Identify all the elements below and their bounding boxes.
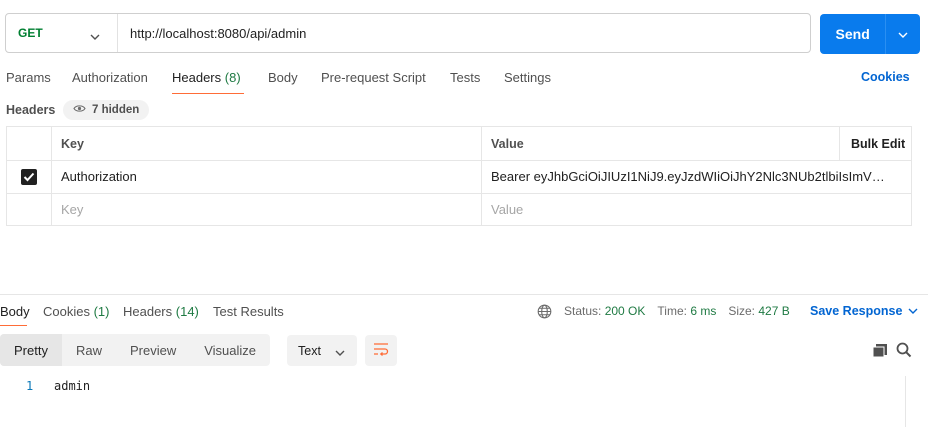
send-options-button[interactable] — [885, 14, 920, 54]
checkbox-column-header — [7, 127, 52, 160]
tab-pre-request-script[interactable]: Pre-request Script — [321, 70, 426, 85]
new-key-input[interactable]: Key — [52, 193, 482, 226]
table-header-row: Key Value Bulk Edit — [7, 127, 911, 161]
chevron-down-icon — [90, 29, 100, 44]
method-label: GET — [18, 26, 43, 40]
tab-tests[interactable]: Tests — [450, 70, 480, 85]
row-enabled-checkbox[interactable] — [21, 168, 37, 185]
tab-count: (1) — [93, 304, 110, 319]
copy-icon[interactable] — [872, 343, 888, 361]
globe-icon[interactable] — [537, 304, 552, 319]
response-view-modes: Pretty Raw Preview Visualize — [0, 334, 271, 366]
tab-label: Body — [0, 304, 30, 319]
tab-label: Tests — [450, 70, 481, 85]
tab-label: Settings — [504, 70, 551, 85]
table-row-empty: Key Value — [7, 193, 911, 226]
wrap-lines-button[interactable] — [365, 335, 397, 366]
size-label: Size: — [728, 304, 756, 318]
tab-label: Pre-request Script — [321, 70, 426, 85]
headers-section-label: Headers — [6, 103, 56, 117]
time-label: Time: — [657, 304, 687, 318]
save-response-button[interactable]: Save Response — [810, 304, 918, 318]
line-number: 1 — [26, 379, 34, 393]
wrap-lines-icon — [373, 342, 389, 359]
tab-label: Body — [268, 70, 298, 85]
format-label: Text — [298, 343, 321, 358]
tab-label: Headers — [123, 304, 173, 319]
method-select[interactable]: GET — [6, 14, 118, 52]
hidden-headers-toggle[interactable]: 7 hidden — [63, 100, 150, 120]
request-url-bar: GET — [5, 13, 811, 53]
chevron-down-icon — [908, 304, 918, 318]
url-input[interactable] — [130, 14, 790, 52]
tab-body[interactable]: Body — [268, 70, 298, 85]
header-value-text: Bearer eyJhbGciOiJIUzI1NiJ9.eyJzdWIiOiJh… — [491, 169, 891, 184]
scrollbar-track[interactable] — [905, 376, 906, 427]
headers-table: Key Value Bulk Edit Authorization Bearer… — [6, 126, 912, 226]
tab-headers[interactable]: Headers (8) — [172, 70, 241, 85]
row-checkbox-cell — [7, 160, 52, 193]
send-button[interactable]: Send — [820, 14, 885, 54]
time-value[interactable]: 6 ms — [690, 304, 716, 318]
hidden-count-label: 7 hidden — [92, 104, 140, 116]
send-button-group: Send — [820, 14, 920, 54]
search-icon[interactable] — [896, 342, 912, 361]
table-row: Authorization Bearer eyJhbGciOiJIUzI1NiJ… — [7, 160, 911, 194]
response-tab-body[interactable]: Body — [0, 304, 30, 319]
response-meta: Status: 200 OK Time: 6 ms Size: 427 B — [537, 303, 790, 319]
tab-count: (14) — [175, 304, 199, 319]
new-value-input[interactable]: Value — [482, 193, 839, 226]
view-raw-button[interactable]: Raw — [62, 334, 116, 366]
save-response-label: Save Response — [810, 304, 903, 318]
view-preview-button[interactable]: Preview — [116, 334, 190, 366]
eye-icon — [73, 104, 86, 116]
pane-divider[interactable] — [0, 294, 928, 295]
tab-label: Headers — [172, 70, 222, 85]
row-checkbox-cell — [7, 193, 52, 226]
header-value-input[interactable]: Bearer eyJhbGciOiJIUzI1NiJ9.eyJzdWIiOiJh… — [482, 160, 911, 193]
column-header-value: Value — [491, 136, 524, 151]
view-pretty-button[interactable]: Pretty — [0, 334, 62, 366]
tab-label: Authorization — [72, 70, 148, 85]
active-response-tab-indicator — [0, 325, 27, 326]
bulk-edit-button[interactable]: Bulk Edit — [839, 127, 911, 160]
response-body-line[interactable]: admin — [54, 379, 90, 393]
status-label: Status: — [564, 304, 602, 318]
format-select[interactable]: Text — [287, 335, 357, 366]
active-tab-indicator — [172, 93, 244, 94]
column-header-key: Key — [52, 127, 482, 160]
response-tab-test-results[interactable]: Test Results — [213, 304, 284, 319]
chevron-down-icon — [898, 27, 908, 42]
chevron-down-icon — [335, 346, 345, 360]
response-tab-headers[interactable]: Headers (14) — [123, 304, 199, 319]
cookies-link[interactable]: Cookies — [861, 70, 910, 84]
tab-authorization[interactable]: Authorization — [72, 70, 148, 85]
tab-label: Params — [6, 70, 51, 85]
response-tab-cookies[interactable]: Cookies (1) — [43, 304, 109, 319]
header-key-input[interactable]: Authorization — [52, 160, 482, 193]
tab-params[interactable]: Params — [6, 70, 51, 85]
size-value[interactable]: 427 B — [758, 304, 789, 318]
tab-label: Test Results — [213, 304, 284, 319]
tab-count: (8) — [224, 70, 241, 85]
tab-label: Cookies — [43, 304, 90, 319]
status-value[interactable]: 200 OK — [605, 304, 646, 318]
view-visualize-button[interactable]: Visualize — [190, 334, 270, 366]
tab-settings[interactable]: Settings — [504, 70, 551, 85]
